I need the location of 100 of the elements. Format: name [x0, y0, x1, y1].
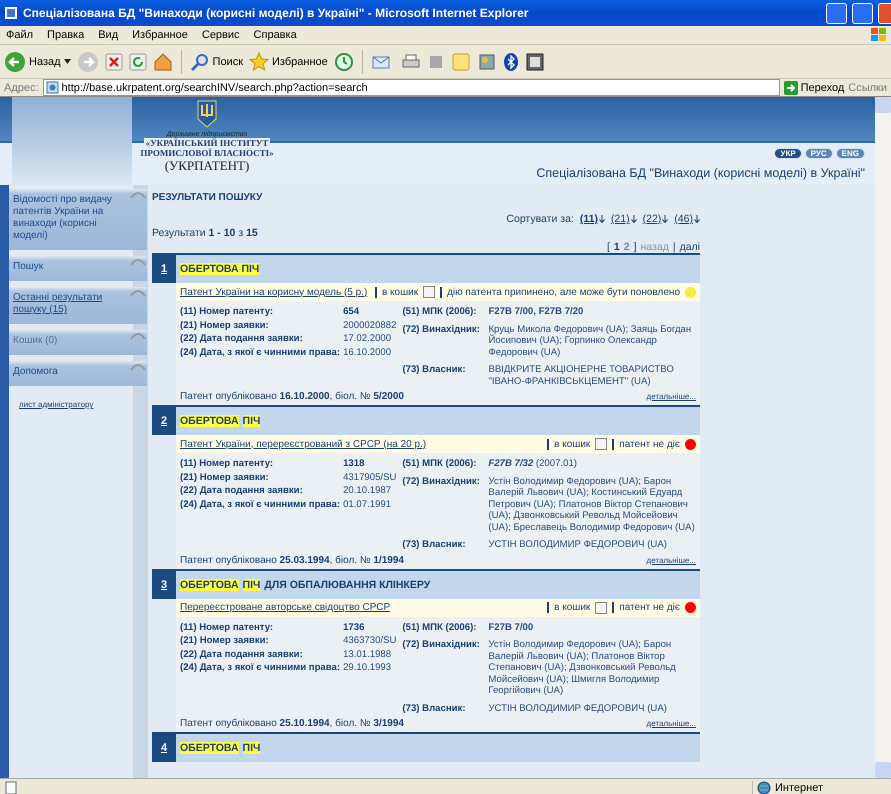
page-icon: [46, 81, 59, 94]
field-label: (72) Винахідник:: [402, 324, 481, 336]
down-arrow-icon: [662, 215, 668, 223]
scrollbar[interactable]: [875, 97, 891, 778]
sidebar-item[interactable]: Пошук: [9, 256, 147, 281]
home-icon[interactable]: [152, 52, 173, 72]
menu-item[interactable]: Сервис: [202, 29, 240, 41]
address-label: Адрес:: [4, 82, 39, 94]
binder-ring-icon: [130, 362, 146, 372]
menu-item[interactable]: Справка: [254, 29, 297, 41]
field-value: F27B 7/32 (2007.01): [488, 458, 578, 470]
publication-info: Патент опубліковано 25.03.1994, біол. № 1/1994: [180, 554, 404, 566]
down-arrow-icon: [694, 215, 700, 223]
stop-icon[interactable]: [104, 52, 123, 70]
field-label: (73) Власник:: [402, 539, 467, 550]
messenger-icon[interactable]: [476, 52, 497, 72]
maximize-button[interactable]: [852, 2, 873, 24]
favorites-button[interactable]: Избранное: [249, 52, 328, 72]
field-label: (73) Власник:: [402, 364, 467, 377]
sort-link[interactable]: (11): [580, 213, 598, 225]
next-link[interactable]: далі: [680, 241, 700, 253]
menu-item[interactable]: Избранное: [132, 29, 188, 41]
patent-type-link[interactable]: Патент України на корисну модель (5 р.): [180, 286, 370, 298]
details-link[interactable]: детальніше...: [646, 556, 696, 564]
field-value: УСТІН ВОЛОДИМИР ФЕДОРОВИЧ (UA): [488, 702, 668, 714]
admin-link[interactable]: лист адміністратору: [19, 400, 148, 409]
cart-checkbox[interactable]: [423, 286, 436, 298]
field-label: (22) Дата подання заявки:: [180, 648, 304, 660]
back-button[interactable]: Назад: [4, 50, 71, 72]
field-value: Устін Володимир Федорович (UA); Барон Валерій Львович (UA); Платонов Віктор Степанович (UA); Дзвонковський Револьд Мойсейович (UA); Шмигля Володимир Георгійович (UA): [488, 639, 677, 696]
field-value: 29.10.1993: [343, 662, 392, 674]
sort-link[interactable]: (22): [642, 213, 662, 225]
language-button[interactable]: УКР: [774, 148, 802, 159]
menu-item[interactable]: Вид: [98, 29, 118, 41]
window-title: Спеціалізована БД "Винаходи (корисні моделі) в Україні" - Microsoft Internet Explorer: [23, 6, 530, 20]
sort-link[interactable]: (21): [610, 213, 630, 225]
results-heading: РЕЗУЛЬТАТИ ПОШУКУ: [152, 192, 264, 203]
cart-checkbox[interactable]: [595, 602, 608, 614]
logo-abbreviation: (УКРПАТЕНТ): [164, 158, 250, 174]
cart-label: в кошик: [554, 438, 590, 450]
patent-type-link[interactable]: Перереєстроване авторське свідоцтво СРСР: [180, 602, 542, 613]
field-label: (21) Номер заявки:: [180, 472, 270, 483]
patent-status: патент не діє: [619, 438, 680, 450]
field-label: (72) Винахідник:: [402, 639, 481, 652]
links-button[interactable]: Ссылки: [848, 82, 887, 94]
field-label: (11) Номер патенту:: [180, 458, 274, 470]
bracket: ]: [634, 241, 637, 253]
result-number-link[interactable]: 2: [152, 407, 176, 435]
field-value: ВВІДКРИТЕ АКЦІОНЕРНЕ ТОВАРИСТВО "ІВАНО-ФРАНКІВСЬКЦЕМЕНТ" (UA): [488, 364, 675, 387]
sidebar-item[interactable]: Відомості про видачу патентів України на винаходи (корисні моделі): [9, 189, 147, 250]
security-zone: Интернет: [775, 782, 823, 794]
globe-icon[interactable]: [757, 780, 771, 794]
refresh-icon[interactable]: [128, 52, 147, 70]
patent-type-link[interactable]: Патент України, перереєстрований з СРСР (на 20 р.): [180, 438, 542, 450]
history-icon[interactable]: [334, 52, 354, 72]
search-button[interactable]: Поиск: [190, 52, 244, 72]
page-link[interactable]: 1: [614, 241, 620, 253]
field-value: УСТІН ВОЛОДИМИР ФЕДОРОВИЧ (UA): [488, 539, 668, 550]
details-link[interactable]: детальніше...: [646, 719, 696, 728]
result-number-link[interactable]: 1: [152, 255, 176, 283]
result-number-link[interactable]: 3: [152, 570, 176, 598]
cart-checkbox[interactable]: [595, 438, 608, 450]
field-value: 4317905/SU: [343, 472, 396, 483]
publication-info: Патент опубліковано 16.10.2000, біол. № 5/2000: [180, 391, 404, 402]
bluetooth-icon[interactable]: [502, 52, 519, 72]
field-label: (51) МПК (2006):: [402, 458, 478, 470]
archive-icon[interactable]: [524, 52, 545, 72]
windows-logo-icon: [869, 27, 889, 43]
logo-name: ПРОМИСЛОВОЇ ВЛАСНОСТІ»: [138, 148, 276, 158]
separator: |: [672, 241, 676, 253]
menu-item[interactable]: Правка: [47, 29, 84, 41]
address-field[interactable]: http://base.ukrpatent.org/searchINV/search.php?action=search: [42, 79, 780, 96]
page-icon[interactable]: [4, 780, 18, 794]
window-icon[interactable]: [4, 6, 18, 20]
details-link[interactable]: детальніше...: [646, 392, 696, 401]
field-value: 01.07.1991: [343, 498, 392, 510]
cart-label: в кошик: [554, 602, 590, 613]
binder-ring-icon: [130, 190, 146, 200]
field-label: (22) Дата подання заявки:: [180, 485, 304, 496]
trident-emblem-icon: [196, 99, 218, 129]
field-label: (22) Дата подання заявки:: [180, 333, 304, 344]
field-value: F27B 7/00, F27B 7/20: [488, 306, 584, 318]
logo-name: «УКРАЇНСЬКИЙ ІНСТИТУТ: [144, 138, 270, 148]
sidebar-item[interactable]: Останні результати пошуку (15): [9, 287, 147, 324]
go-button[interactable]: Переход: [784, 80, 844, 94]
menu-item[interactable]: Файл: [6, 29, 34, 41]
down-arrow-icon: [630, 215, 637, 223]
language-button[interactable]: РУС: [804, 148, 833, 159]
field-value: 4363730/SU: [343, 635, 396, 646]
result-number-link[interactable]: 4: [152, 734, 176, 762]
database-title: Спеціалізована БД "Винаходи (корисні моделі) в Україні": [536, 166, 865, 180]
field-label: (21) Номер заявки:: [180, 635, 270, 646]
language-button[interactable]: ENG: [836, 148, 865, 159]
field-label: (11) Номер патенту:: [180, 306, 274, 318]
result-title: ОБЕРТОВА ПІЧ: [179, 414, 260, 429]
sidebar-item[interactable]: Допомога: [9, 361, 147, 386]
sort-link[interactable]: (46): [674, 213, 693, 225]
field-label: (24) Дата, з якої є чинними права:: [180, 498, 340, 510]
minimize-button[interactable]: [826, 2, 847, 24]
publication-info: Патент опубліковано 25.10.1994, біол. № 3/1994: [180, 718, 404, 729]
